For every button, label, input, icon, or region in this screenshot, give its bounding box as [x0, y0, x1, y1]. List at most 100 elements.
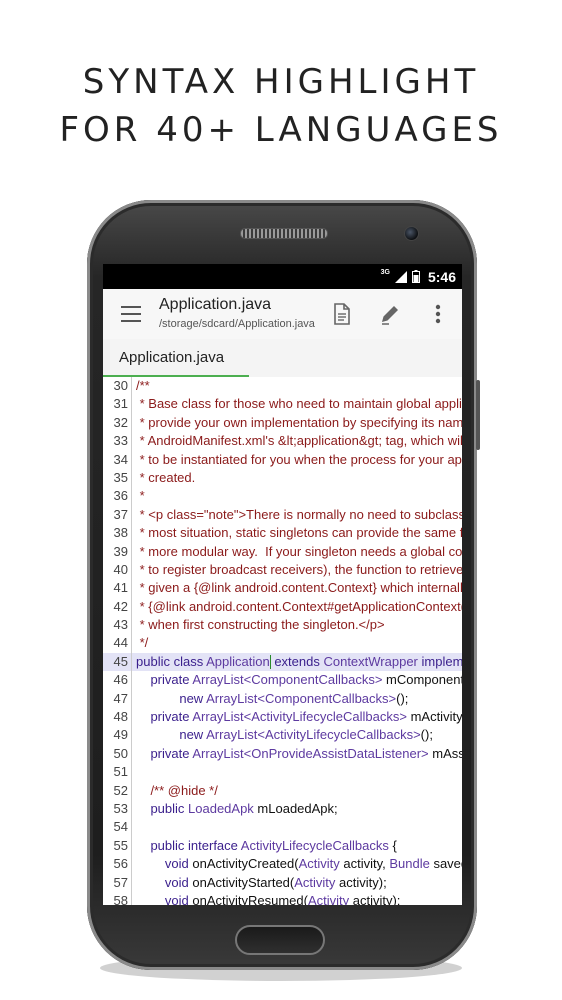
line-number: 47 — [103, 689, 132, 709]
code-line-current[interactable]: 45 public class Application extends Conte… — [103, 652, 463, 672]
line-number: 53 — [103, 799, 132, 819]
line-number: 50 — [103, 744, 132, 764]
code-line[interactable]: 30 /** — [103, 377, 462, 396]
code-line[interactable]: 51 — [103, 763, 462, 782]
line-number: 35 — [103, 468, 132, 488]
network-type: 3G — [380, 269, 390, 276]
line-number: 38 — [103, 524, 132, 543]
pencil-icon[interactable] — [378, 302, 402, 326]
code-token: ActivityLifecycleCallbacks — [240, 837, 389, 853]
file-tabs: Application.java — [103, 339, 462, 378]
code-token: ArrayList<ComponentCallbacks> — [192, 672, 383, 688]
code-line[interactable]: 46 private ArrayList<ComponentCallbacks>… — [103, 671, 462, 690]
code-token: activity); — [335, 874, 387, 890]
code-token: mActivityLifecycleCallbacks = — [410, 709, 462, 725]
code-line[interactable]: 42 * {@link android.content.Context#getA… — [103, 597, 462, 617]
code-line[interactable]: 31 * Base class for those who need to ma… — [103, 395, 462, 414]
code-token: Activity — [307, 892, 350, 905]
line-number: 30 — [103, 377, 132, 396]
app-toolbar: Application.java /storage/sdcard/Applica… — [103, 289, 462, 339]
line-number: 55 — [103, 836, 132, 856]
code-line[interactable]: 39 * more modular way. If your singleton… — [103, 542, 462, 561]
code-line[interactable]: 33 * AndroidManifest.xml's &lt;applicati… — [103, 432, 462, 451]
clock: 5:46 — [427, 268, 456, 285]
code-token: public — [136, 800, 189, 816]
code-line[interactable]: 47 new ArrayList<ComponentCallbacks>(); — [103, 689, 462, 709]
code-editor[interactable]: 30 /** 31 * Base class for those who need … — [103, 377, 462, 905]
code-token: onActivityStarted( — [192, 874, 295, 890]
code-token: ArrayList<ActivityLifecycleCallbacks> — [206, 727, 421, 743]
headline-line-1: SYNTAX HIGHLIGHT — [82, 62, 480, 102]
code-token: * — [136, 488, 145, 504]
code-token: LoadedApk — [188, 800, 254, 816]
code-token: activity, — [339, 856, 390, 872]
file-title: Application.java — [159, 296, 272, 313]
line-number: 45 — [103, 652, 132, 672]
signal-icon — [394, 270, 407, 283]
code-token: public interface — [136, 837, 241, 853]
code-token: * provide your own implementation by spe… — [139, 414, 462, 430]
code-line[interactable]: 54 — [103, 818, 462, 837]
tab-application-java[interactable]: Application.java — [103, 339, 249, 377]
code-token: ArrayList<ComponentCallbacks> — [206, 690, 397, 706]
home-button[interactable] — [235, 925, 325, 955]
code-token: /** — [136, 378, 150, 393]
code-line[interactable]: 40 * to register broadcast receivers), t… — [103, 560, 462, 580]
file-path: /storage/sdcard/Application.java — [159, 318, 315, 330]
code-token: * when first constructing the singleton.… — [136, 617, 385, 633]
code-line[interactable]: 55 public interface ActivityLifecycleCal… — [103, 836, 462, 856]
code-line[interactable]: 37 * <p class="note">There is normally n… — [103, 505, 462, 525]
code-line[interactable]: 43 * when first constructing the singlet… — [103, 616, 462, 635]
code-line[interactable]: 52 /** @hide */ — [103, 781, 462, 800]
code-token: void — [136, 892, 193, 905]
line-number: 57 — [103, 873, 132, 892]
code-token: * AndroidManifest.xml's &lt;application&… — [139, 433, 462, 449]
code-token: new — [136, 690, 207, 706]
tab-label: Application.java — [119, 349, 225, 366]
code-token: (); — [396, 690, 409, 706]
battery-icon — [411, 270, 420, 283]
earpiece-speaker — [240, 228, 328, 239]
more-vertical-icon[interactable] — [426, 302, 450, 326]
menu-icon[interactable] — [121, 306, 141, 322]
line-number: 39 — [103, 542, 132, 561]
code-token: * given a {@link android.content.Context… — [139, 580, 462, 596]
code-line[interactable]: 57 void onActivityStarted(Activity activ… — [103, 873, 462, 892]
line-number: 31 — [103, 395, 132, 414]
code-line[interactable]: 44 */ — [103, 634, 462, 653]
document-icon[interactable] — [330, 302, 354, 326]
code-line[interactable]: 53 public LoadedApk mLoadedApk; — [103, 799, 462, 819]
line-number: 34 — [103, 450, 132, 469]
code-token: onActivityCreated( — [192, 856, 299, 872]
code-token: * <p class="note">There is normally no n… — [139, 506, 462, 522]
code-token: Bundle — [389, 856, 430, 872]
code-token: Activity — [294, 874, 336, 890]
code-token: mLoadedApk; — [253, 800, 338, 816]
code-token: extends — [270, 653, 324, 669]
code-line[interactable]: 35 * created. — [103, 468, 462, 488]
code-token: void — [136, 874, 193, 890]
code-line[interactable]: 50 private ArrayList<OnProvideAssistData… — [103, 744, 462, 764]
line-number: 42 — [103, 597, 132, 617]
code-token: * to register broadcast receivers), the … — [136, 561, 462, 577]
code-line[interactable]: 56 void onActivityCreated(Activity activ… — [103, 855, 462, 874]
code-line[interactable]: 49 new ArrayList<ActivityLifecycleCallba… — [103, 726, 462, 745]
code-token: { — [388, 837, 397, 853]
code-line[interactable]: 41 * given a {@link android.content.Cont… — [103, 579, 462, 598]
code-line[interactable]: 34 * to be instantiated for you when the… — [103, 450, 462, 469]
code-token: activity); — [349, 892, 401, 905]
code-line[interactable]: 36 * — [103, 487, 462, 506]
line-number: 54 — [103, 818, 132, 837]
code-line[interactable]: 58 void onActivityResumed(Activity activ… — [103, 891, 462, 905]
line-number: 41 — [103, 579, 132, 598]
code-token: mComponentCallbacks = — [386, 672, 462, 688]
code-token: ArrayList<OnProvideAssistDataListener> — [192, 745, 429, 761]
code-token: * {@link android.content.Context#getAppl… — [136, 598, 462, 614]
code-line[interactable]: 48 private ArrayList<ActivityLifecycleCa… — [103, 708, 462, 727]
code-line[interactable]: 32 * provide your own implementation by … — [103, 413, 462, 433]
code-token: implements — [421, 653, 463, 669]
line-number: 52 — [103, 781, 132, 800]
line-number: 40 — [103, 560, 132, 580]
code-line[interactable]: 38 * most situation, static singletons c… — [103, 524, 462, 543]
code-token: savedInstanceState); — [433, 856, 462, 872]
